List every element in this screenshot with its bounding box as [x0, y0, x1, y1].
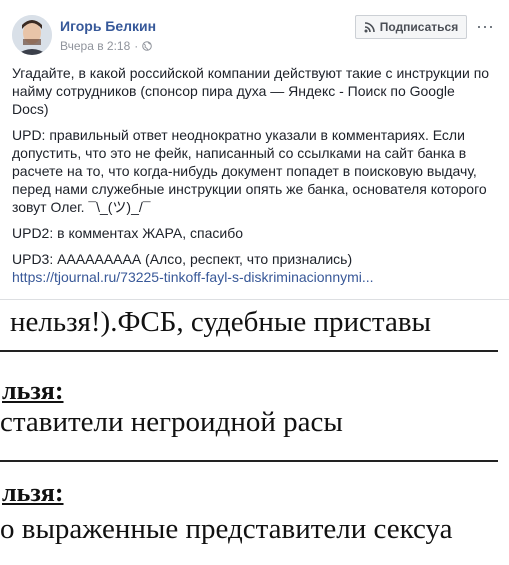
separator-dot: · [134, 39, 139, 53]
facebook-post: Игорь Белкин Вчера в 2:18 · Подписаться … [0, 0, 509, 565]
post-paragraph-3: UPD2: в комментах ЖАРА, спасибо [12, 225, 243, 241]
rss-icon [364, 22, 375, 33]
post-timestamp[interactable]: Вчера в 2:18 [60, 39, 130, 53]
scan-line-1: нельзя!).ФСБ, судебные приставы [10, 306, 432, 338]
more-options-icon[interactable]: ··· [474, 16, 496, 38]
scan-label-1: льзя: [2, 376, 64, 405]
subscribe-label: Подписаться [379, 20, 459, 34]
post-text: Угадайте, в какой российской компании де… [12, 64, 494, 286]
scan-line-3: о выраженные представители сексуа [0, 513, 453, 545]
post-paragraph-1: Угадайте, в какой российской компании де… [12, 65, 490, 117]
post-paragraph-2: UPD: правильный ответ неоднократно указа… [12, 127, 487, 215]
author-name[interactable]: Игорь Белкин [60, 18, 156, 34]
scan-label-2: льзя: [2, 478, 64, 507]
globe-icon[interactable] [142, 41, 153, 51]
post-image[interactable]: нельзя!).ФСБ, судебные приставы льзя: ст… [0, 299, 509, 565]
scan-divider-2 [0, 460, 498, 462]
subscribe-button[interactable]: Подписаться [355, 15, 467, 39]
avatar[interactable] [12, 15, 52, 55]
post-paragraph-4: UPD3: ААААААААА (Алсо, респект, что приз… [12, 251, 353, 267]
article-link[interactable]: https://tjournal.ru/73225-tinkoff-fayl-s… [12, 268, 494, 286]
scan-divider-1 [0, 350, 498, 352]
author-photo [12, 15, 52, 55]
scan-line-2: ставители негроидной расы [0, 406, 343, 438]
post-meta: Вчера в 2:18 · [60, 39, 153, 53]
